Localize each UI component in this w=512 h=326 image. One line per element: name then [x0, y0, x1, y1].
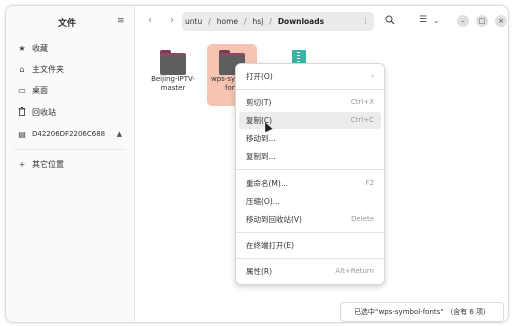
- view-switcher: ☰ ⌄: [407, 13, 440, 29]
- breadcrumb-separator: /: [208, 17, 211, 26]
- list-view-icon[interactable]: ☰: [419, 15, 427, 26]
- breadcrumb-current[interactable]: Downloads: [278, 17, 324, 26]
- back-button[interactable]: ‹: [143, 14, 157, 28]
- trash-icon: [16, 106, 28, 118]
- menu-item-move-to[interactable]: 移动到...: [239, 130, 381, 147]
- sidebar-item-starred[interactable]: ★ 收藏: [6, 38, 134, 58]
- sidebar-item-other-locations[interactable]: + 其它位置: [6, 154, 134, 174]
- sidebar-item-drive[interactable]: ▤ D42206DF2206C688 ▲: [6, 124, 134, 144]
- sidebar-item-label: 主文件夹: [32, 64, 64, 74]
- sidebar-header: 文件 ≡: [6, 6, 134, 36]
- home-icon: ⌂: [19, 64, 25, 74]
- file-manager-window: 文件 ≡ ★ 收藏 ⌂ 主文件夹 ▭ 桌面 回收站 ▤ D42206DF2206…: [5, 5, 509, 323]
- plus-icon: +: [18, 159, 26, 169]
- drive-icon: ▤: [18, 129, 26, 139]
- star-icon: ★: [18, 43, 26, 53]
- file-label: Beijing-IPTV-master: [151, 75, 195, 92]
- menu-item-compress[interactable]: 压缩(O)...: [239, 193, 381, 210]
- menu-separator: [236, 232, 384, 233]
- forward-button[interactable]: ›: [165, 14, 179, 28]
- menu-separator: [236, 258, 384, 259]
- view-dropdown-icon[interactable]: ⌄: [433, 15, 440, 26]
- folder-icon: [160, 50, 186, 75]
- menu-separator: [236, 169, 384, 170]
- sidebar-item-label: 其它位置: [32, 159, 64, 169]
- desktop-icon: ▭: [18, 85, 26, 95]
- breadcrumb-item[interactable]: hsj: [253, 17, 264, 26]
- menu-item-copy-to[interactable]: 复制到...: [239, 148, 381, 165]
- sidebar-item-desktop[interactable]: ▭ 桌面: [6, 80, 134, 100]
- menu-item-copy[interactable]: 复制(C) Ctrl+C: [239, 112, 381, 129]
- menu-item-properties[interactable]: 属性(R) Alt+Return: [239, 263, 381, 280]
- app-title: 文件: [58, 19, 77, 29]
- sidebar-item-label: 桌面: [32, 85, 48, 95]
- menu-item-move-to-trash[interactable]: 移动到回收站(V) Delete: [239, 211, 381, 228]
- breadcrumb-item[interactable]: untu: [185, 17, 202, 26]
- minimize-button[interactable]: –: [457, 15, 469, 27]
- eject-icon[interactable]: ▲: [117, 130, 122, 138]
- menu-item-cut[interactable]: 剪切(T) Ctrl+X: [239, 94, 381, 111]
- header-bar: ‹ › untu / home / hsj / Downloads ⋮ ☰ ⌄ – □ ×: [135, 6, 508, 36]
- menu-separator: [236, 89, 384, 90]
- file-item-beijing-iptv-master[interactable]: Beijing-IPTV-master: [148, 44, 198, 106]
- maximize-button[interactable]: □: [476, 15, 488, 27]
- search-icon[interactable]: [385, 15, 395, 29]
- breadcrumb-separator: /: [244, 17, 247, 26]
- breadcrumb: untu / home / hsj / Downloads: [185, 12, 324, 31]
- menu-item-open[interactable]: 打开(O) ›: [239, 68, 381, 85]
- sidebar-item-label: 收藏: [32, 43, 48, 53]
- chevron-right-icon: ›: [371, 72, 374, 80]
- close-button[interactable]: ×: [495, 15, 507, 27]
- sidebar-item-label: 回收站: [32, 107, 56, 117]
- status-bar: 已选中“wps-symbol-fonts” （含有 6 项）: [340, 302, 504, 322]
- breadcrumb-separator: /: [269, 17, 272, 26]
- sidebar: 文件 ≡ ★ 收藏 ⌂ 主文件夹 ▭ 桌面 回收站 ▤ D42206DF2206…: [6, 6, 135, 322]
- sidebar-divider: [14, 149, 126, 150]
- breadcrumb-item[interactable]: home: [217, 17, 238, 26]
- hamburger-menu-icon[interactable]: ≡: [117, 16, 125, 26]
- context-menu: 打开(O) › 剪切(T) Ctrl+X 复制(C) Ctrl+C 移动到... 复制…: [235, 63, 385, 285]
- sidebar-item-label: D42206DF2206C688: [32, 130, 106, 138]
- menu-item-open-in-terminal[interactable]: 在终端打开(E): [239, 237, 381, 254]
- sidebar-item-trash[interactable]: 回收站: [6, 102, 134, 122]
- path-bar[interactable]: untu / home / hsj / Downloads ⋮: [182, 12, 374, 31]
- sidebar-item-home[interactable]: ⌂ 主文件夹: [6, 59, 134, 79]
- menu-item-rename[interactable]: 重命名(M)... F2: [239, 175, 381, 192]
- path-menu-icon[interactable]: ⋮: [362, 16, 369, 27]
